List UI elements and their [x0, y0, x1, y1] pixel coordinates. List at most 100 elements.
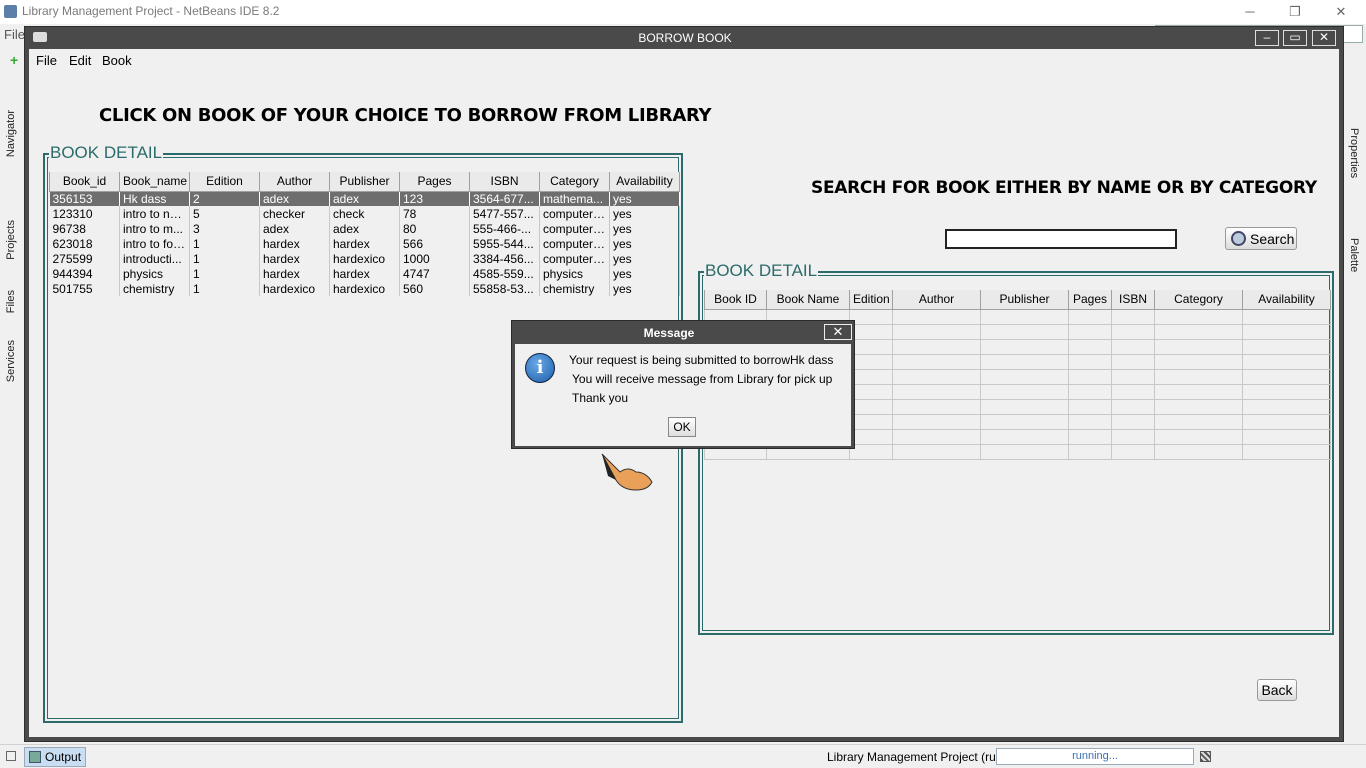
table-cell — [1068, 308, 1112, 325]
window-title: BORROW BOOK — [638, 31, 732, 45]
stop-icon[interactable] — [1200, 751, 1211, 762]
table-cell: hardex — [259, 266, 330, 281]
dialog-close-icon[interactable]: ✕ — [824, 324, 852, 340]
table-cell — [980, 398, 1069, 415]
ok-button[interactable]: OK — [668, 417, 696, 437]
tab-properties[interactable]: Properties — [1348, 128, 1360, 178]
column-header[interactable]: ISBN — [1111, 290, 1155, 310]
table-cell — [1111, 323, 1155, 340]
table-cell: chemistry — [539, 281, 610, 296]
table-cell — [1154, 368, 1243, 385]
menu-edit[interactable]: Edit — [69, 53, 91, 68]
table-cell: intro to for... — [119, 236, 190, 251]
table-cell — [1068, 338, 1112, 355]
table-cell: 5955-544... — [469, 236, 540, 251]
table-cell — [1111, 338, 1155, 355]
tab-projects[interactable]: Projects — [5, 220, 17, 260]
table-cell — [980, 323, 1069, 340]
table-row[interactable]: 944394 physics 1 hardex hardex 4747 4585-559..… — [49, 266, 680, 281]
column-header[interactable]: Author — [892, 290, 981, 310]
close-icon[interactable]: ✕ — [1327, 2, 1355, 22]
table-cell: 275599 — [49, 251, 120, 266]
search-button[interactable]: Search — [1225, 227, 1297, 250]
table-cell — [849, 323, 893, 340]
restore-icon[interactable]: ❐ — [1281, 2, 1309, 22]
ide-statusbar: Output Library Management Project (run) … — [0, 744, 1366, 768]
table-row[interactable]: 96738 intro to m... 3 adex adex 80 555-466-...… — [49, 221, 680, 236]
table-cell — [1242, 308, 1331, 325]
table-cell: adex — [329, 221, 400, 236]
book-table[interactable]: Book_id Book_name Edition Author Publisher Pa… — [49, 172, 680, 296]
window-minimize-icon[interactable]: – — [1255, 30, 1279, 46]
table-row[interactable]: 623018 intro to for... 1 hardex hardex 566 595… — [49, 236, 680, 251]
window-close-icon[interactable]: ✕ — [1312, 30, 1336, 46]
output-tab-label: Output — [45, 750, 82, 764]
table-row[interactable]: 275599 introducti... 1 hardex hardexico 1000 3… — [49, 251, 680, 266]
table-cell — [1154, 323, 1243, 340]
table-row[interactable]: 123310 intro to ne... 5 checker check 78 5477-… — [49, 206, 680, 221]
table-cell: 623018 — [49, 236, 120, 251]
table-cell: hardexico — [329, 281, 400, 296]
table-cell — [892, 308, 981, 325]
column-header[interactable]: Book Name — [766, 290, 850, 310]
table-cell — [849, 353, 893, 370]
table-cell: 560 — [399, 281, 470, 296]
table-cell: physics — [119, 266, 190, 281]
column-header[interactable]: Edition — [189, 172, 260, 192]
tab-services[interactable]: Services — [5, 340, 17, 382]
menu-book[interactable]: Book — [102, 53, 132, 68]
new-file-icon[interactable]: + — [10, 52, 22, 68]
tab-navigator[interactable]: Navigator — [5, 110, 17, 157]
hand-cursor-icon — [601, 453, 653, 491]
table-cell — [892, 383, 981, 400]
table-cell — [980, 368, 1069, 385]
column-header[interactable]: Category — [1154, 290, 1243, 310]
column-header[interactable]: Book_id — [49, 172, 120, 192]
table-cell: 3 — [189, 221, 260, 236]
column-header[interactable]: Author — [259, 172, 330, 192]
table-cell — [849, 428, 893, 445]
table-cell: 5477-557... — [469, 206, 540, 221]
column-header[interactable]: Pages — [399, 172, 470, 192]
output-tab[interactable]: Output — [24, 747, 86, 767]
table-cell: yes — [609, 251, 680, 266]
menu-file[interactable]: File — [36, 53, 57, 68]
table-cell — [1068, 398, 1112, 415]
table-cell — [1242, 413, 1331, 430]
column-header[interactable]: Availability — [609, 172, 680, 192]
column-header[interactable]: Availability — [1242, 290, 1331, 310]
search-input[interactable] — [945, 229, 1177, 249]
column-header[interactable]: Category — [539, 172, 610, 192]
table-row[interactable]: 501755 chemistry 1 hardexico hardexico 560 558… — [49, 281, 680, 296]
table-cell: checker — [259, 206, 330, 221]
table-cell — [1242, 368, 1331, 385]
back-button[interactable]: Back — [1257, 679, 1297, 701]
window-maximize-icon[interactable]: ▭ — [1283, 30, 1307, 46]
column-header[interactable]: Edition — [849, 290, 893, 310]
tab-palette[interactable]: Palette — [1348, 238, 1360, 272]
table-cell — [1068, 323, 1112, 340]
table-cell: computer ... — [539, 206, 610, 221]
column-header[interactable]: Publisher — [980, 290, 1069, 310]
table-cell: 1 — [189, 251, 260, 266]
table-cell — [892, 353, 981, 370]
table-cell — [1154, 308, 1243, 325]
table-row[interactable]: 356153 Hk dass 2 adex adex 123 3564-677... math… — [49, 191, 680, 206]
restore-window-icon[interactable] — [6, 751, 16, 761]
tab-files[interactable]: Files — [5, 290, 17, 313]
ide-menu-file[interactable]: File — [4, 27, 25, 42]
column-header[interactable]: Publisher — [329, 172, 400, 192]
column-header[interactable]: Pages — [1068, 290, 1112, 310]
table-cell — [849, 383, 893, 400]
table-cell — [980, 353, 1069, 370]
table-cell: hardexico — [329, 251, 400, 266]
table-cell: 944394 — [49, 266, 120, 281]
column-header[interactable]: Book ID — [704, 290, 767, 310]
column-header[interactable]: ISBN — [469, 172, 540, 192]
table-cell — [892, 323, 981, 340]
table-cell: adex — [259, 191, 330, 206]
column-header[interactable]: Book_name — [119, 172, 190, 192]
minimize-icon[interactable]: ─ — [1236, 2, 1264, 22]
table-cell: 566 — [399, 236, 470, 251]
table-cell — [1068, 413, 1112, 430]
